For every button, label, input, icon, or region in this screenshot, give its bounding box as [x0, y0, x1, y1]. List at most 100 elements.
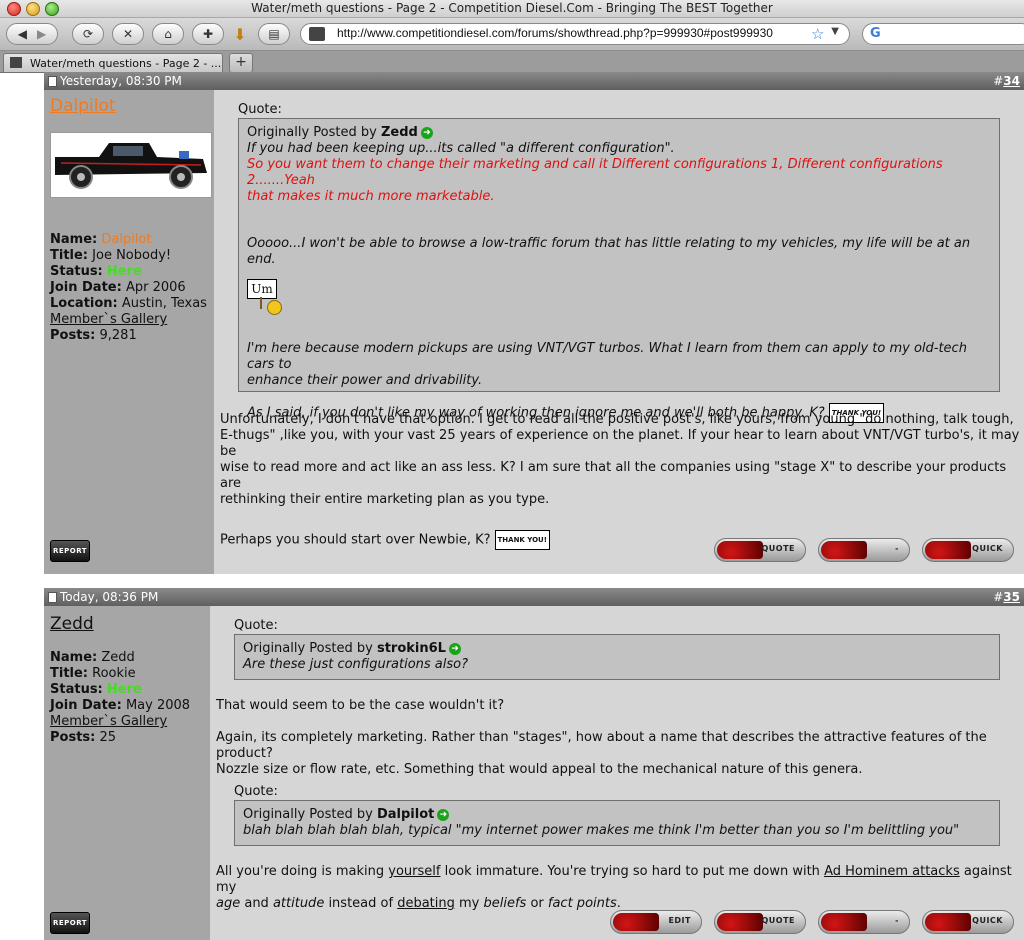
- quote-attribution: Originally Posted by Dalpilot ➜: [243, 807, 991, 823]
- button-swoosh-icon: [821, 541, 867, 559]
- title-label: Title:: [50, 666, 89, 681]
- um-sign: Um: [247, 279, 277, 299]
- view-post-arrow-icon[interactable]: ➜: [448, 642, 461, 655]
- address-bar[interactable]: http://www.competitiondiesel.com/forums/…: [300, 23, 850, 45]
- button-swoosh-icon: [821, 913, 867, 931]
- user-title: Joe Nobody!: [92, 248, 172, 263]
- posts-label: Posts:: [50, 328, 96, 343]
- home-button[interactable]: ⌂: [152, 23, 184, 45]
- debating-link[interactable]: debating: [397, 896, 455, 911]
- quote-text: Are these just configurations also?: [243, 657, 469, 672]
- plus-icon: +: [235, 54, 247, 70]
- stop-icon: ✕: [122, 27, 134, 41]
- post-date: Yesterday, 08:30 PM: [60, 74, 182, 88]
- post-text: or: [526, 896, 548, 911]
- view-post-arrow-icon[interactable]: ➜: [420, 126, 433, 139]
- button-label: QUICK: [972, 544, 1003, 553]
- sign-post: [260, 297, 262, 309]
- join-date: May 2008: [125, 698, 191, 713]
- quote-text: If you had been keeping up...its called …: [247, 141, 675, 156]
- print-icon: ▤: [268, 27, 280, 41]
- post-body: All you're doing is making yourself look…: [216, 864, 1022, 912]
- post-text: my: [454, 896, 484, 911]
- user-status: Here: [106, 264, 142, 279]
- report-button[interactable]: REPORT: [50, 540, 90, 562]
- button-swoosh-icon: [717, 541, 763, 559]
- post-text: E-thugs" ,like you, with your vast 25 ye…: [220, 428, 1020, 459]
- user-title: Rookie: [92, 666, 136, 681]
- extension-button[interactable]: ⬇: [228, 23, 252, 45]
- yourself-link[interactable]: yourself: [388, 864, 440, 879]
- post-number: #34: [993, 74, 1020, 88]
- button-swoosh-icon: [925, 541, 971, 559]
- quote-attribution: Originally Posted by Zedd ➜: [247, 125, 991, 141]
- quote-button[interactable]: QUOTE: [714, 538, 806, 562]
- post-number-link[interactable]: 35: [1003, 590, 1020, 604]
- user-details: Name: Dalpilot Title: Joe Nobody! Status…: [50, 232, 207, 344]
- edit-button[interactable]: EDIT: [610, 910, 702, 934]
- view-post-arrow-icon[interactable]: ➜: [437, 808, 450, 821]
- print-button[interactable]: ▤: [258, 23, 290, 45]
- user-title-row: Title: Joe Nobody!: [50, 248, 207, 264]
- search-box[interactable]: G ⌕: [862, 23, 1024, 45]
- button-label: QUOTE: [761, 916, 795, 925]
- tab-water-meth[interactable]: Water/meth questions - Page 2 - ...: [3, 53, 223, 72]
- address-dropdown-icon[interactable]: ▼: [831, 26, 839, 37]
- tab-label: Water/meth questions - Page 2 - ...: [30, 57, 222, 70]
- quick-reply-button[interactable]: QUICK: [922, 910, 1014, 934]
- multiquote-button[interactable]: -: [818, 538, 910, 562]
- quote-button[interactable]: QUOTE: [714, 910, 806, 934]
- post-number-prefix: #: [993, 74, 1004, 88]
- username-link[interactable]: Dalpilot: [50, 96, 116, 116]
- user-real-name: Zedd: [101, 650, 135, 665]
- post-document-icon: [48, 592, 57, 603]
- user-name-row: Name: Zedd: [50, 650, 190, 666]
- members-gallery-link[interactable]: Member`s Gallery: [50, 312, 167, 327]
- quick-reply-button[interactable]: QUICK: [922, 538, 1014, 562]
- truck-image: [51, 133, 211, 197]
- button-swoosh-icon: [925, 913, 971, 931]
- back-arrow-icon[interactable]: ◀: [18, 27, 27, 41]
- browser-toolbar: ◀ ▶ ⟳ ✕ ⌂ ✚ ⬇ ▤ http://www.competitiondi…: [0, 18, 1024, 51]
- join-date: Apr 2006: [125, 280, 186, 295]
- posted-by-label: Originally Posted by: [243, 641, 373, 656]
- forward-arrow-icon[interactable]: ▶: [37, 27, 46, 41]
- user-status: Here: [106, 682, 142, 697]
- post-text: fact points: [547, 896, 617, 911]
- post-document-icon: [48, 76, 57, 87]
- button-swoosh-icon: [613, 913, 659, 931]
- username-link[interactable]: Zedd: [50, 614, 94, 634]
- user-title-row: Title: Rookie: [50, 666, 190, 682]
- post-number: #35: [993, 590, 1020, 604]
- reload-icon: ⟳: [82, 27, 94, 41]
- quote-red-text: So you want them to change their marketi…: [247, 157, 943, 188]
- user-info-panel: Zedd Name: Zedd Title: Rookie Status: He…: [44, 606, 214, 940]
- quote-label: Quote:: [234, 784, 278, 799]
- post-text: .: [616, 896, 621, 911]
- tab-favicon-icon: [10, 57, 22, 68]
- ad-hominem-link[interactable]: Ad Hominem attacks: [824, 864, 960, 879]
- user-status-row: Status: Here: [50, 264, 207, 280]
- members-gallery-link[interactable]: Member`s Gallery: [50, 714, 167, 729]
- multiquote-button[interactable]: -: [818, 910, 910, 934]
- post-number-prefix: #: [993, 590, 1004, 604]
- report-button[interactable]: REPORT: [50, 912, 90, 934]
- quote-author: Zedd: [380, 125, 418, 140]
- quote-red-text: that makes it much more marketable.: [247, 189, 495, 204]
- join-label: Join Date:: [50, 280, 122, 295]
- bookmarks-button[interactable]: ✚: [192, 23, 224, 45]
- bookmark-star-icon[interactable]: ☆: [811, 25, 824, 43]
- post-text: instead of: [324, 896, 398, 911]
- new-tab-button[interactable]: +: [229, 53, 253, 73]
- post-count: 25: [99, 730, 117, 745]
- post-text: That would seem to be the case wouldn't …: [216, 698, 505, 713]
- stop-button[interactable]: ✕: [112, 23, 144, 45]
- post-text-line: All you're doing is making yourself look…: [216, 864, 1022, 896]
- post-header-bar: Yesterday, 08:30 PM #34: [44, 72, 1024, 90]
- post-date: Today, 08:36 PM: [60, 590, 159, 604]
- button-label: EDIT: [668, 916, 691, 925]
- post-number-link[interactable]: 34: [1003, 74, 1020, 88]
- um-sign-smiley: Um: [247, 273, 991, 317]
- post-header-bar: Today, 08:36 PM #35: [44, 588, 1024, 606]
- reload-button[interactable]: ⟳: [72, 23, 104, 45]
